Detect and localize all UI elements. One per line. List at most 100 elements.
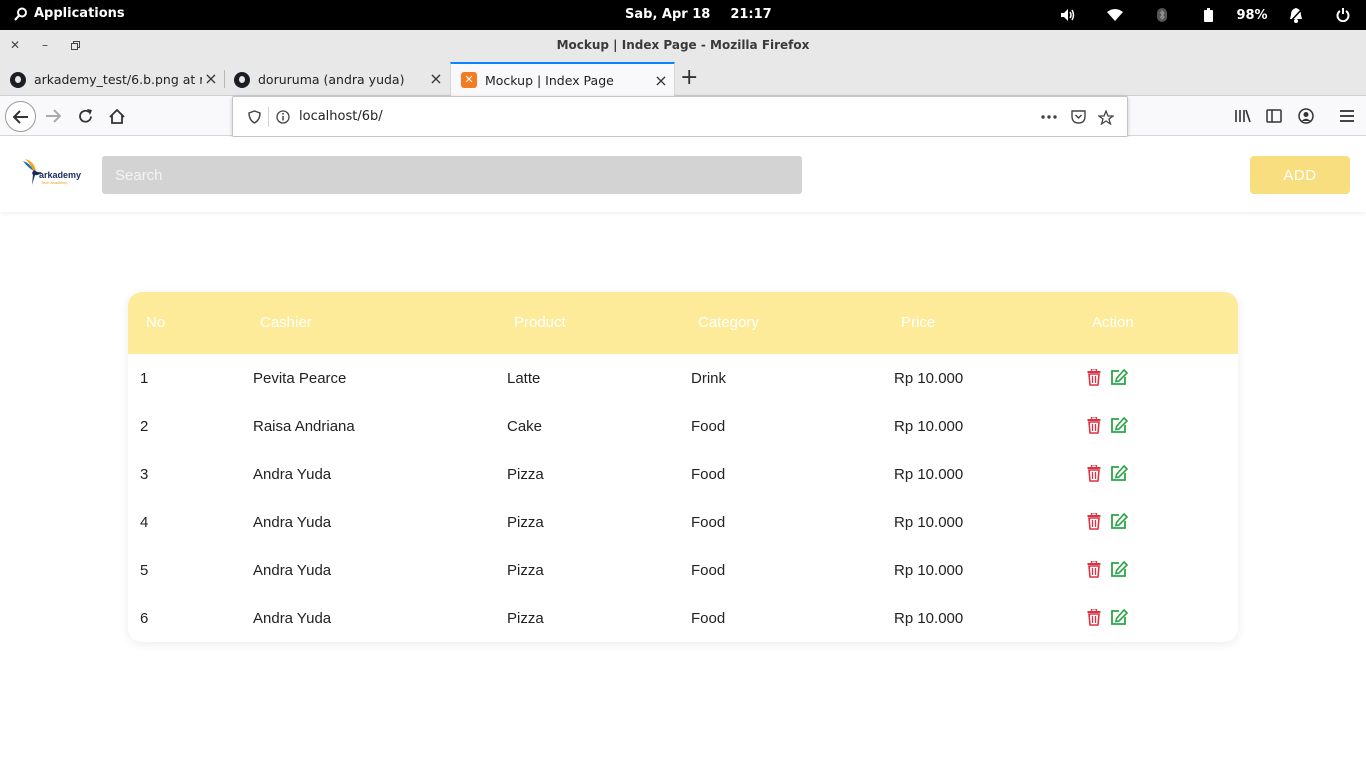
date-text: Sab, Apr 18 (625, 7, 711, 22)
edit-pencil-icon[interactable] (1110, 368, 1129, 387)
cell-cashier: Andra Yuda (253, 466, 332, 483)
delete-trash-icon[interactable] (1087, 560, 1105, 579)
tab-doruruma[interactable]: doruruma (andra yuda) × (224, 64, 449, 95)
info-icon[interactable] (275, 109, 291, 125)
menu-button[interactable] (1333, 102, 1361, 130)
wifi-icon[interactable] (1091, 0, 1138, 30)
column-header-price: Price (901, 314, 936, 331)
cell-no: 5 (140, 562, 149, 579)
close-tab-icon[interactable]: × (654, 73, 668, 89)
column-header-cashier: Cashier (260, 314, 312, 331)
cell-product: Pizza (507, 610, 544, 627)
delete-trash-icon[interactable] (1087, 512, 1105, 531)
column-header-action: Action (1092, 314, 1134, 331)
cell-category: Food (691, 610, 726, 627)
reload-icon (78, 108, 92, 123)
cell-category: Food (691, 466, 726, 483)
back-button[interactable] (5, 101, 36, 132)
time-text: 21:17 (730, 7, 772, 22)
cell-cashier: Andra Yuda (253, 562, 332, 579)
bluetooth-icon[interactable] (1138, 0, 1185, 30)
home-button[interactable] (103, 102, 131, 130)
cell-category: Food (691, 418, 726, 435)
cell-product: Cake (507, 418, 543, 435)
arrow-left-icon (12, 109, 28, 124)
delete-trash-icon[interactable] (1087, 368, 1105, 387)
edit-pencil-icon[interactable] (1110, 416, 1129, 435)
close-tab-icon[interactable]: × (204, 71, 218, 87)
battery-percent: 98% (1236, 7, 1268, 23)
tab-arkademy-test[interactable]: arkademy_test/6.b.png at ma × (0, 64, 225, 95)
power-icon[interactable] (1319, 0, 1366, 30)
app-header: arkademy Tech Academy ADD (0, 137, 1366, 212)
window-title: Mockup | Index Page - Mozilla Firefox (556, 38, 810, 52)
cell-category: Drink (691, 370, 727, 387)
arrow-right-icon (46, 109, 61, 123)
home-icon (109, 108, 125, 124)
system-tray: 98% (1044, 0, 1366, 30)
account-button[interactable] (1292, 102, 1320, 130)
battery-icon[interactable] (1185, 0, 1232, 30)
window-titlebar: ✕ – Mockup | Index Page - Mozilla Firefo… (0, 30, 1366, 60)
column-header-category: Category (698, 314, 759, 331)
tab-label: arkademy_test/6.b.png at ma (34, 72, 202, 87)
xampp-icon: ✕ (461, 72, 477, 88)
cell-no: 2 (140, 418, 149, 435)
bookmark-star-icon[interactable] (1098, 109, 1114, 125)
close-tab-icon[interactable]: × (429, 71, 443, 87)
cell-product: Latte (507, 370, 541, 387)
clock[interactable]: Sab, Apr 18 21:17 (625, 7, 772, 22)
table-row: 5 Andra Yuda Pizza Food Rp 10.000 (128, 546, 1238, 594)
url-text[interactable]: localhost/6b/ (299, 109, 383, 124)
sidebar-icon (1266, 109, 1282, 123)
arkademy-logo[interactable]: arkademy Tech Academy (22, 159, 82, 189)
logo-text: arkademy (39, 170, 82, 180)
library-button[interactable] (1229, 102, 1257, 130)
notifications-icon[interactable] (1272, 0, 1319, 30)
more-actions-icon[interactable] (1041, 109, 1057, 125)
navigation-bar: localhost/6b/ (0, 96, 1366, 137)
table-header-row: No Cashier Product Category Price Action (128, 292, 1238, 354)
edit-pencil-icon[interactable] (1110, 560, 1129, 579)
column-header-no: No (146, 314, 166, 331)
volume-icon[interactable] (1044, 0, 1091, 30)
table-row: 3 Andra Yuda Pizza Food Rp 10.000 (128, 450, 1238, 498)
cell-price: Rp 10.000 (894, 418, 964, 435)
add-button[interactable]: ADD (1250, 156, 1350, 194)
cell-product: Pizza (507, 514, 544, 531)
cell-no: 1 (140, 370, 149, 387)
transactions-table: No Cashier Product Category Price Action… (128, 292, 1238, 642)
search-icon (14, 7, 27, 21)
forward-button[interactable] (39, 102, 67, 130)
reload-button[interactable] (71, 102, 99, 130)
edit-pencil-icon[interactable] (1110, 512, 1129, 531)
github-icon (234, 71, 250, 88)
tab-label: Mockup | Index Page (485, 72, 614, 88)
cell-price: Rp 10.000 (894, 562, 964, 579)
delete-trash-icon[interactable] (1087, 608, 1105, 627)
edit-pencil-icon[interactable] (1110, 464, 1129, 483)
sidebar-button[interactable] (1260, 102, 1288, 130)
tab-mockup-index[interactable]: ✕ Mockup | Index Page × (450, 62, 675, 96)
cell-price: Rp 10.000 (894, 370, 964, 387)
library-icon (1235, 109, 1251, 123)
cell-cashier: Andra Yuda (253, 610, 332, 627)
pocket-icon[interactable] (1070, 109, 1086, 125)
cell-cashier: Andra Yuda (253, 514, 332, 531)
delete-trash-icon[interactable] (1087, 464, 1105, 483)
cell-category: Food (691, 562, 726, 579)
applications-menu[interactable]: Applications (14, 6, 125, 21)
table-row: 1 Pevita Pearce Latte Drink Rp 10.000 (128, 354, 1238, 402)
delete-trash-icon[interactable] (1087, 416, 1105, 435)
cell-price: Rp 10.000 (894, 610, 964, 627)
new-tab-icon[interactable]: + (680, 67, 698, 89)
edit-pencil-icon[interactable] (1110, 608, 1129, 627)
cell-price: Rp 10.000 (894, 514, 964, 531)
cell-no: 4 (140, 514, 149, 531)
url-bar[interactable]: localhost/6b/ (232, 96, 1128, 137)
logo-subtext: Tech Academy (41, 180, 68, 185)
cell-product: Pizza (507, 466, 544, 483)
shield-icon[interactable] (246, 109, 262, 125)
search-input[interactable] (102, 156, 802, 194)
cell-cashier: Pevita Pearce (253, 370, 347, 387)
